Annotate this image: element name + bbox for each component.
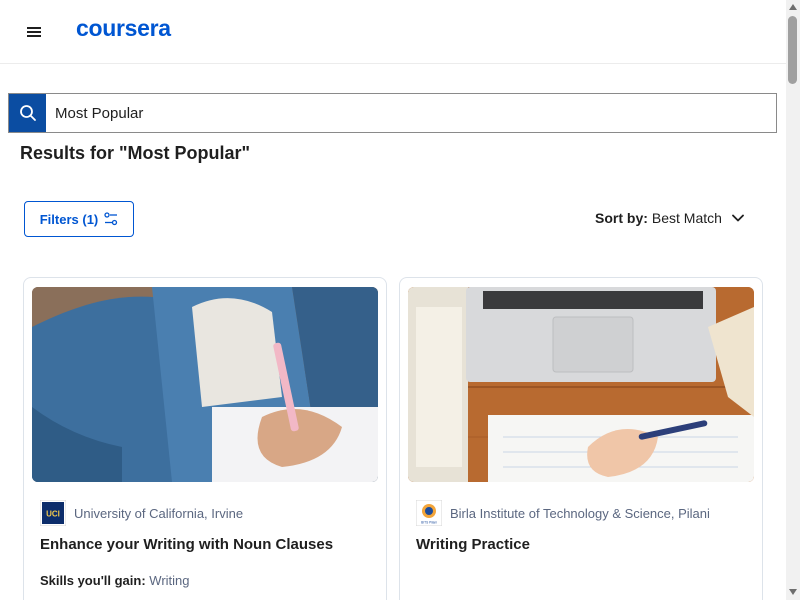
filters-label: Filters (1) [39,211,99,227]
filter-settings-icon [104,212,118,226]
sort-dropdown[interactable]: Sort by: Best Match [595,210,744,226]
course-title[interactable]: Enhance your Writing with Noun Clauses [40,536,333,553]
scroll-down-arrow-icon[interactable] [789,589,797,595]
chevron-down-icon [732,214,744,222]
partner-info: BITS Pilani Birla Institute of Technolog… [416,500,710,526]
scrollbar-thumb[interactable] [788,16,797,84]
partner-name: University of California, Irvine [74,505,244,521]
course-card[interactable]: UCI University of California, Irvine Enh… [23,277,387,600]
skills-label: Skills you'll gain: [40,573,146,588]
uci-logo-text: UCI [46,510,60,519]
uci-logo-icon: UCI [40,500,66,526]
search-icon [19,105,36,121]
skills-value: Writing [149,573,190,588]
top-header: coursera [0,0,786,64]
skills-text: Skills you'll gain: Writing [40,573,190,588]
partner-info: UCI University of California, Irvine [40,500,243,526]
coursera-logo[interactable]: coursera [76,15,171,42]
course-card[interactable]: BITS Pilani Birla Institute of Technolog… [399,277,763,600]
course-title[interactable]: Writing Practice [416,536,530,553]
bits-pilani-logo-icon: BITS Pilani [416,500,442,526]
page-scrollbar[interactable] [786,0,800,600]
bits-logo-text: BITS Pilani [421,521,437,525]
course-image [408,287,754,482]
search-input[interactable] [46,94,776,132]
course-image [32,287,378,482]
filters-button[interactable]: Filters (1) [24,201,134,237]
search-bar [8,93,777,133]
search-button[interactable] [9,94,46,132]
hamburger-menu-icon[interactable] [22,20,46,44]
partner-name: Birla Institute of Technology & Science,… [450,505,710,521]
scroll-up-arrow-icon[interactable] [789,4,797,10]
sort-value: Best Match [651,210,722,226]
results-title: Results for "Most Popular" [20,143,251,163]
sort-label: Sort by: [595,210,648,226]
